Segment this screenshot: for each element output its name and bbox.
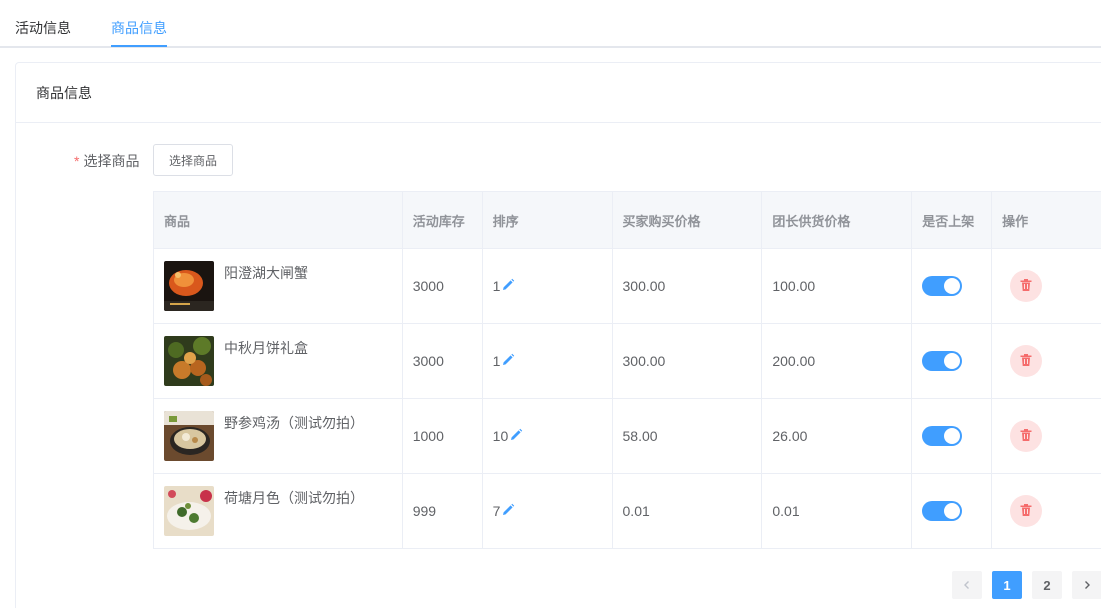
product-thumbnail xyxy=(164,486,214,536)
buy-price-cell: 0.01 xyxy=(613,474,763,548)
sort-cell: 1 xyxy=(483,324,613,398)
on-shelf-switch[interactable] xyxy=(922,501,963,521)
trash-icon xyxy=(1019,428,1033,445)
header-actions: 操作 xyxy=(1002,213,1029,229)
sort-value: 1 xyxy=(492,353,501,369)
header-stock: 活动库存 xyxy=(403,192,483,248)
on-shelf-switch[interactable] xyxy=(922,276,963,296)
chevron-left-icon xyxy=(962,578,972,593)
pagination-page-1[interactable]: 1 xyxy=(992,571,1022,599)
buy-price-cell: 300.00 xyxy=(613,324,763,398)
on-shelf-cell xyxy=(912,249,993,323)
supply-price-cell: 200.00 xyxy=(762,324,913,398)
on-shelf-cell xyxy=(912,399,993,473)
chevron-right-icon xyxy=(1082,578,1092,593)
buy-price-cell: 58.00 xyxy=(613,399,763,473)
product-name: 荷塘月色（测试勿拍） xyxy=(224,490,364,506)
supply-price-cell: 26.00 xyxy=(762,399,913,473)
product-cell: 中秋月饼礼盒 xyxy=(154,324,403,398)
product-table: 商品 活动库存 排序 买家购买价格 团长供货价格 是否上架 操作 阳澄湖大闸蟹 … xyxy=(153,191,1101,549)
edit-pencil-icon[interactable] xyxy=(509,428,523,445)
delete-button[interactable] xyxy=(1010,420,1043,452)
actions-cell xyxy=(992,324,1101,398)
sort-cell: 1 xyxy=(483,249,613,323)
select-product-label: * 选择商品 xyxy=(74,151,139,171)
trash-icon xyxy=(1019,503,1033,520)
product-thumbnail xyxy=(164,411,214,461)
trash-icon xyxy=(1019,353,1033,370)
sort-value: 10 xyxy=(492,428,509,444)
actions-cell xyxy=(992,249,1101,323)
on-shelf-switch[interactable] xyxy=(922,426,963,446)
product-cell: 荷塘月色（测试勿拍） xyxy=(154,474,403,548)
card-title: 商品信息 xyxy=(16,63,1101,123)
actions-cell xyxy=(992,399,1101,473)
header-buy-price: 买家购买价格 xyxy=(613,192,763,248)
tab-activity-info[interactable]: 活动信息 xyxy=(15,18,71,38)
sort-value: 1 xyxy=(492,278,501,294)
table-row: 阳澄湖大闸蟹 3000 1 300.00 100.00 xyxy=(154,249,1101,324)
stock-cell: 1000 xyxy=(403,399,483,473)
header-on-shelf: 是否上架 xyxy=(912,192,993,248)
table-header-row: 商品 活动库存 排序 买家购买价格 团长供货价格 是否上架 操作 xyxy=(154,192,1101,249)
header-sort: 排序 xyxy=(483,192,613,248)
sort-cell: 7 xyxy=(483,474,613,548)
header-product: 商品 xyxy=(154,192,403,248)
product-name: 阳澄湖大闸蟹 xyxy=(224,265,308,281)
select-product-label-text: 选择商品 xyxy=(83,153,140,169)
table-row: 荷塘月色（测试勿拍） 999 7 0.01 0.01 xyxy=(154,474,1101,549)
edit-pencil-icon[interactable] xyxy=(501,503,515,520)
on-shelf-switch[interactable] xyxy=(922,351,963,371)
delete-button[interactable] xyxy=(1010,495,1043,527)
product-info-card: 商品信息 * 选择商品 选择商品 商品 活动库存 排序 买家购买价格 团长供货价格… xyxy=(15,62,1101,608)
table-row: 野参鸡汤（测试勿拍） 1000 10 58.00 26.00 xyxy=(154,399,1101,474)
select-product-button[interactable]: 选择商品 xyxy=(153,144,233,176)
stock-cell: 3000 xyxy=(403,249,483,323)
header-supply-price: 团长供货价格 xyxy=(762,192,913,248)
product-thumbnail xyxy=(164,261,214,311)
pagination-next-button[interactable] xyxy=(1072,571,1101,599)
delete-button[interactable] xyxy=(1010,345,1043,377)
pagination-page-2[interactable]: 2 xyxy=(1032,571,1062,599)
delete-button[interactable] xyxy=(1010,270,1043,302)
product-name: 野参鸡汤（测试勿拍） xyxy=(224,415,364,431)
required-mark: * xyxy=(74,153,80,169)
stock-cell: 999 xyxy=(403,474,483,548)
product-cell: 阳澄湖大闸蟹 xyxy=(154,249,403,323)
product-cell: 野参鸡汤（测试勿拍） xyxy=(154,399,403,473)
edit-pencil-icon[interactable] xyxy=(501,353,515,370)
actions-cell xyxy=(992,474,1101,548)
sort-value: 7 xyxy=(492,503,501,519)
pagination-prev-button[interactable] xyxy=(952,571,982,599)
product-name: 中秋月饼礼盒 xyxy=(224,340,308,356)
tab-product-info[interactable]: 商品信息 xyxy=(111,18,167,38)
on-shelf-cell xyxy=(912,474,993,548)
table-row: 中秋月饼礼盒 3000 1 300.00 200.00 xyxy=(154,324,1101,399)
product-thumbnail xyxy=(164,336,214,386)
tab-active-indicator xyxy=(111,45,167,47)
tab-bar: 活动信息 商品信息 xyxy=(0,0,1101,48)
on-shelf-cell xyxy=(912,324,993,398)
buy-price-cell: 300.00 xyxy=(613,249,763,323)
stock-cell: 3000 xyxy=(403,324,483,398)
supply-price-cell: 0.01 xyxy=(762,474,913,548)
sort-cell: 10 xyxy=(483,399,613,473)
supply-price-cell: 100.00 xyxy=(762,249,913,323)
trash-icon xyxy=(1019,278,1033,295)
edit-pencil-icon[interactable] xyxy=(501,278,515,295)
